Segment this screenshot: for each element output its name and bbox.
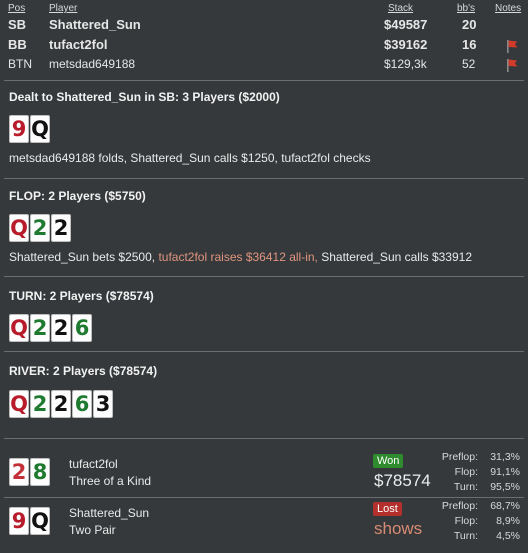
player-name: Shattered_Sun xyxy=(49,17,141,32)
player-stack: $49587 xyxy=(384,17,428,32)
result-hand: Two Pair xyxy=(69,523,116,537)
divider xyxy=(4,178,524,179)
flop-action-raise: tufact2fol raises $36412 all-in, xyxy=(158,250,318,264)
table-header: Pos Player Stack bb's Notes xyxy=(8,3,524,15)
player-bbs: 52 xyxy=(462,57,476,71)
stack-column-header[interactable]: Stack xyxy=(388,3,413,14)
player-name: metsdad649188 xyxy=(49,57,136,71)
flop-cards: Q22 xyxy=(9,214,71,242)
playing-card: Q xyxy=(30,115,50,143)
equity-value: 91,1% xyxy=(490,466,520,478)
playing-card: 6 xyxy=(72,390,92,418)
flop-action-a: Shattered_Sun bets $2500, xyxy=(9,250,159,264)
divider xyxy=(4,351,524,352)
playing-card: 6 xyxy=(72,314,92,342)
playing-card: Q xyxy=(9,390,29,418)
player-pos: BB xyxy=(8,37,27,52)
player-bbs: 20 xyxy=(462,17,477,32)
equity-value: 95,5% xyxy=(490,481,520,493)
notes-column-header[interactable]: Notes xyxy=(495,3,521,14)
river-cards: Q2263 xyxy=(9,390,113,418)
equity-value: 31,3% xyxy=(490,451,520,463)
divider xyxy=(4,80,524,81)
player-pos: BTN xyxy=(8,57,32,71)
equity-stat: Turn: 95,5% xyxy=(425,481,520,494)
player-pos: SB xyxy=(8,17,27,32)
divider xyxy=(4,438,524,439)
playing-card: 8 xyxy=(30,458,50,486)
equity-label: Flop: xyxy=(454,466,478,478)
equity-label: Turn: xyxy=(453,530,478,542)
player-row[interactable]: BB tufact2fol $39162 16 xyxy=(8,37,524,55)
playing-card: 2 xyxy=(30,314,50,342)
won-badge: Won xyxy=(373,454,404,468)
equity-stat: Flop: 91,1% xyxy=(425,466,520,479)
player-name: tufact2fol xyxy=(49,37,108,52)
result-player-name: Shattered_Sun xyxy=(69,506,150,520)
equity-label: Preflop: xyxy=(441,500,478,512)
equity-label: Turn: xyxy=(453,481,478,493)
playing-card: 9 xyxy=(9,115,29,143)
showdown-cards: 28 xyxy=(9,458,50,486)
turn-title: TURN: 2 Players ($78574) xyxy=(9,289,154,303)
playing-card: Q xyxy=(9,214,29,242)
red-flag-icon[interactable] xyxy=(504,57,520,73)
equity-label: Flop: xyxy=(454,515,478,527)
player-bbs: 16 xyxy=(462,37,477,52)
playing-card: 2 xyxy=(51,314,71,342)
divider xyxy=(4,276,524,277)
playing-card: Q xyxy=(9,314,29,342)
turn-cards: Q226 xyxy=(9,314,92,342)
preflop-action: metsdad649188 folds, Shattered_Sun calls… xyxy=(9,151,371,165)
equity-stat: Preflop: 31,3% xyxy=(425,451,520,464)
lost-badge: Lost xyxy=(373,502,402,516)
divider xyxy=(4,497,524,498)
bbs-column-header[interactable]: bb's xyxy=(457,3,475,14)
showdown-cards: 9Q xyxy=(9,507,50,535)
player-stack: $129,3k xyxy=(384,57,427,71)
player-row[interactable]: SB Shattered_Sun $49587 20 xyxy=(8,17,524,35)
flop-title: FLOP: 2 Players ($5750) xyxy=(9,189,146,203)
equity-stat: Flop: 8,9% xyxy=(425,515,520,528)
player-stack: $39162 xyxy=(384,37,428,52)
result-hand: Three of a Kind xyxy=(69,474,152,488)
equity-stat: Preflop: 68,7% xyxy=(425,500,520,513)
playing-card: 2 xyxy=(30,390,50,418)
preflop-title: Dealt to Shattered_Sun in SB: 3 Players … xyxy=(9,90,280,104)
result-player-name: tufact2fol xyxy=(69,457,118,471)
playing-card: 2 xyxy=(9,458,29,486)
red-flag-icon[interactable] xyxy=(504,38,520,54)
won-amount: $78574 xyxy=(374,471,431,490)
playing-card: 2 xyxy=(51,390,71,418)
playing-card: Q xyxy=(30,507,50,535)
equity-value: 4,5% xyxy=(496,530,520,542)
equity-value: 68,7% xyxy=(490,500,520,512)
pos-column-header[interactable]: Pos xyxy=(8,3,25,14)
equity-stat: Turn: 4,5% xyxy=(425,530,520,543)
river-title: RIVER: 2 Players ($78574) xyxy=(9,364,158,378)
player-row[interactable]: BTN metsdad649188 $129,3k 52 xyxy=(8,57,524,75)
flop-action: Shattered_Sun bets $2500, tufact2fol rai… xyxy=(9,250,472,264)
playing-card: 3 xyxy=(93,390,113,418)
flop-action-c: Shattered_Sun calls $33912 xyxy=(317,250,473,264)
playing-card: 2 xyxy=(51,214,71,242)
equity-label: Preflop: xyxy=(441,451,478,463)
playing-card: 2 xyxy=(30,214,50,242)
playing-card: 9 xyxy=(9,507,29,535)
equity-value: 8,9% xyxy=(496,515,520,527)
shows-label: shows xyxy=(374,519,423,538)
hole-cards: 9Q xyxy=(9,115,50,143)
player-column-header[interactable]: Player xyxy=(49,3,77,14)
